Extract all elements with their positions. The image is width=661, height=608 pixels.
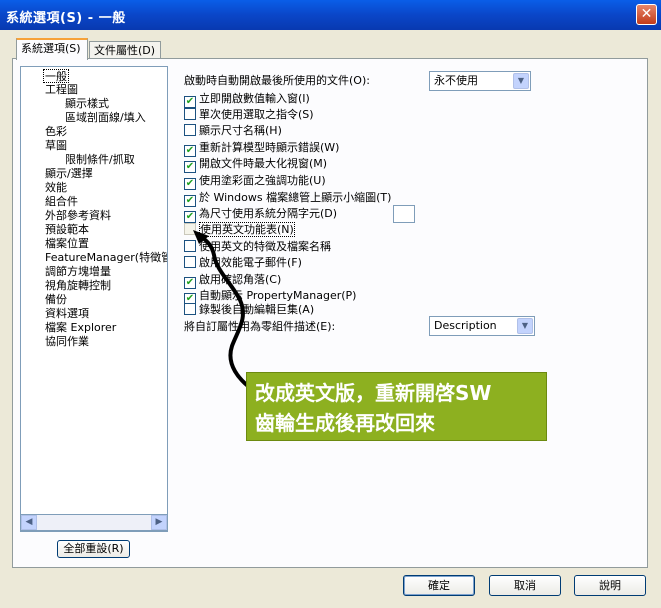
checkbox-label: 使用英文的特徵及檔案名稱: [199, 240, 331, 253]
checkbox-confirmation-corner[interactable]: ✔ 啟用確認角落(C): [184, 273, 282, 289]
checkbox[interactable]: [184, 124, 196, 136]
tree-item-colors[interactable]: 色彩: [45, 125, 67, 139]
checkbox[interactable]: ✔: [184, 96, 196, 108]
tree-item-external-references[interactable]: 外部參考資料: [45, 209, 111, 223]
checkbox[interactable]: ✔: [184, 211, 196, 223]
tree-item-sketch[interactable]: 草圖: [45, 139, 67, 153]
tree-item-backup[interactable]: 備份: [45, 293, 67, 307]
checkbox[interactable]: [184, 223, 196, 235]
checkbox-label: 自動顯示 PropertyManager(P): [199, 289, 357, 302]
checkbox-system-separator[interactable]: ✔ 為尺寸使用系統分隔字元(D): [184, 207, 338, 223]
checkbox-english-feature-names[interactable]: 使用英文的特徵及檔案名稱: [184, 240, 331, 255]
checkbox-label: 於 Windows 檔案總管上顯示小縮圖(T): [199, 191, 392, 204]
help-button[interactable]: 說明: [574, 575, 646, 596]
tree-item-view-rotation[interactable]: 視角旋轉控制: [45, 279, 111, 293]
annotation-line-2: 齒輪生成後再改回來: [255, 411, 435, 435]
checkbox[interactable]: [184, 303, 196, 315]
tree-item-collaboration[interactable]: 協同作業: [45, 335, 89, 349]
checkbox[interactable]: [184, 256, 196, 268]
checkbox[interactable]: [184, 108, 196, 120]
checkbox[interactable]: ✔: [184, 178, 196, 190]
tree-item-display-selection[interactable]: 顯示/選擇: [45, 167, 93, 181]
checkbox-label: 為尺寸使用系統分隔字元(D): [199, 207, 338, 220]
checkbox-label: 顯示尺寸名稱(H): [199, 124, 282, 137]
tree-item-assemblies[interactable]: 組合件: [45, 195, 78, 209]
open-last-label: 啟動時自動開啟最後所使用的文件(O):: [184, 74, 370, 87]
annotation-callout: 改成英文版，重新開啓SW 齒輪生成後再改回來: [246, 372, 547, 441]
tree-item-file-explorer[interactable]: 檔案 Explorer: [45, 321, 116, 335]
checkbox-edit-macro[interactable]: 錄製後自動編輯巨集(A): [184, 303, 314, 318]
checkbox-label: 重新計算模型時顯示錯誤(W): [199, 141, 340, 154]
tab-system-options[interactable]: 系統選項(S): [16, 38, 88, 60]
tree-item-file-locations[interactable]: 檔案位置: [45, 237, 89, 251]
open-last-select[interactable]: 永不使用 ▼: [429, 71, 531, 91]
tree-item-drawings[interactable]: 工程圖: [45, 83, 78, 97]
tree-item-data-options[interactable]: 資料選項: [45, 307, 89, 321]
checkbox-label: 啟用效能電子郵件(F): [199, 256, 302, 269]
tree-item-spin-box[interactable]: 調節方塊增量: [45, 265, 111, 279]
close-icon[interactable]: ✕: [641, 6, 653, 22]
checkbox-label: 使用塗彩面之強調功能(U): [199, 174, 326, 187]
checkbox-thumbnails[interactable]: ✔ 於 Windows 檔案總管上顯示小縮圖(T): [184, 191, 392, 207]
checkbox-label: 啟用確認角落(C): [199, 273, 282, 286]
checkbox-performance-email[interactable]: 啟用效能電子郵件(F): [184, 256, 302, 271]
checkbox[interactable]: ✔: [184, 277, 196, 289]
title-bar: 系統選項(S) - 一般 ✕: [0, 0, 661, 30]
tree-item-general[interactable]: 一般: [43, 69, 69, 83]
checkbox-single-command[interactable]: 單次使用選取之指令(S): [184, 108, 314, 123]
tree-item-featuremanager[interactable]: FeatureManager(特徵管理: [45, 251, 167, 265]
checkbox[interactable]: [184, 240, 196, 252]
checkbox-show-errors[interactable]: ✔ 重新計算模型時顯示錯誤(W): [184, 141, 340, 157]
scroll-right-icon[interactable]: ▶: [151, 515, 167, 530]
checkbox[interactable]: ✔: [184, 145, 196, 157]
checkbox-english-menus[interactable]: 使用英文功能表(N): [184, 222, 295, 238]
description-value: Description: [434, 319, 497, 332]
separator-input[interactable]: [393, 205, 415, 223]
checkbox-label: 開啟文件時最大化視窗(M): [199, 157, 328, 170]
checkbox-label: 使用英文功能表(N): [199, 222, 295, 237]
chevron-down-icon[interactable]: ▼: [513, 73, 529, 89]
tree-item-display-style[interactable]: 顯示樣式: [65, 97, 109, 111]
chevron-down-icon[interactable]: ▼: [517, 318, 533, 334]
checkbox-maximize-window[interactable]: ✔ 開啟文件時最大化視窗(M): [184, 157, 328, 173]
tree-horizontal-scrollbar[interactable]: ◀ ▶: [20, 514, 168, 531]
tree-item-default-templates[interactable]: 預設範本: [45, 223, 89, 237]
tree-item-performance[interactable]: 效能: [45, 181, 67, 195]
description-select[interactable]: Description ▼: [429, 316, 535, 336]
open-last-value: 永不使用: [434, 74, 478, 87]
checkbox[interactable]: ✔: [184, 161, 196, 173]
tree-item-relations[interactable]: 限制條件/抓取: [65, 153, 135, 167]
tree-item-hatch[interactable]: 區域剖面線/填入: [65, 111, 146, 125]
checkbox-label: 單次使用選取之指令(S): [199, 108, 314, 121]
annotation-line-1: 改成英文版，重新開啓SW: [255, 381, 492, 405]
checkbox[interactable]: ✔: [184, 195, 196, 207]
cancel-button[interactable]: 取消: [489, 575, 561, 596]
scroll-left-icon[interactable]: ◀: [21, 515, 37, 530]
category-tree[interactable]: 一般 工程圖 顯示樣式 區域剖面線/填入 色彩 草圖 限制條件/抓取 顯示/選擇…: [20, 66, 168, 532]
description-label: 將自訂屬性用為零組件描述(E):: [184, 320, 336, 333]
checkbox-dimension-names[interactable]: 顯示尺寸名稱(H): [184, 124, 282, 139]
window-title: 系統選項(S) - 一般: [6, 11, 126, 26]
checkbox-input-box[interactable]: ✔ 立即開啟數值輸入窗(I): [184, 92, 310, 108]
ok-button[interactable]: 確定: [403, 575, 475, 596]
reset-all-button[interactable]: 全部重設(R): [57, 540, 130, 558]
checkbox-label: 立即開啟數值輸入窗(I): [199, 92, 310, 105]
checkbox-auto-propertymanager[interactable]: ✔ 自動顯示 PropertyManager(P): [184, 289, 357, 305]
checkbox-face-highlighting[interactable]: ✔ 使用塗彩面之強調功能(U): [184, 174, 326, 190]
checkbox-label: 錄製後自動編輯巨集(A): [199, 303, 315, 316]
close-button[interactable]: ✕: [636, 4, 657, 25]
